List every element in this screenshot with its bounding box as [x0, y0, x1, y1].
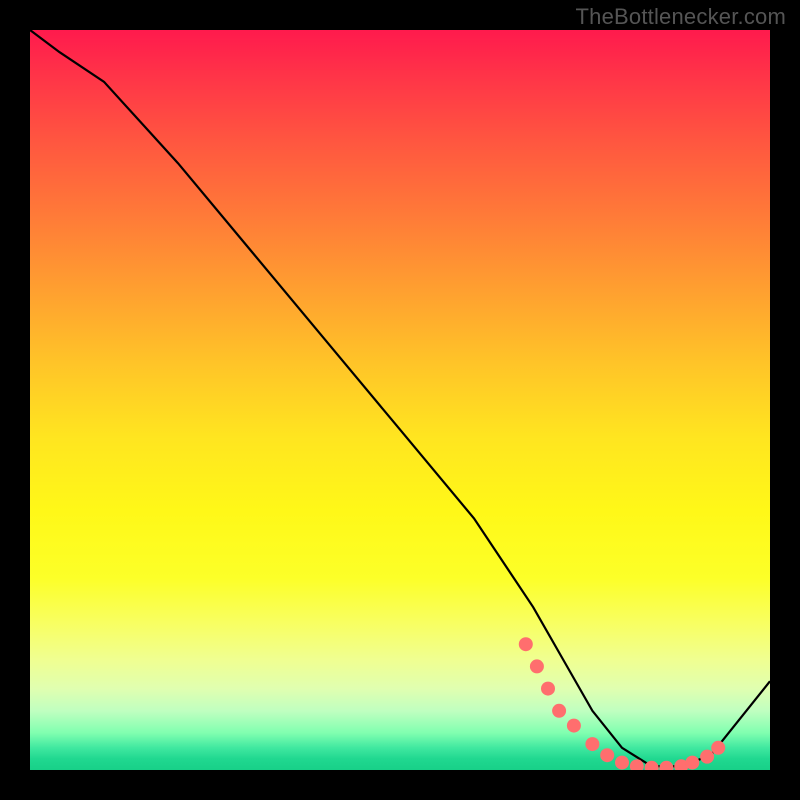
marker-dot: [567, 719, 581, 733]
marker-dot: [541, 682, 555, 696]
marker-dot: [552, 704, 566, 718]
marker-dot: [685, 756, 699, 770]
marker-dot: [700, 750, 714, 764]
highlight-markers: [519, 637, 725, 770]
marker-dot: [659, 761, 673, 770]
chart-svg: [30, 30, 770, 770]
marker-dot: [519, 637, 533, 651]
marker-dot: [615, 756, 629, 770]
curve-line: [30, 30, 770, 766]
watermark-text: TheBottlenecker.com: [576, 4, 786, 30]
marker-dot: [711, 741, 725, 755]
marker-dot: [600, 748, 614, 762]
marker-dot: [585, 737, 599, 751]
chart-container: TheBottlenecker.com: [0, 0, 800, 800]
marker-dot: [530, 659, 544, 673]
plot-area: [30, 30, 770, 770]
